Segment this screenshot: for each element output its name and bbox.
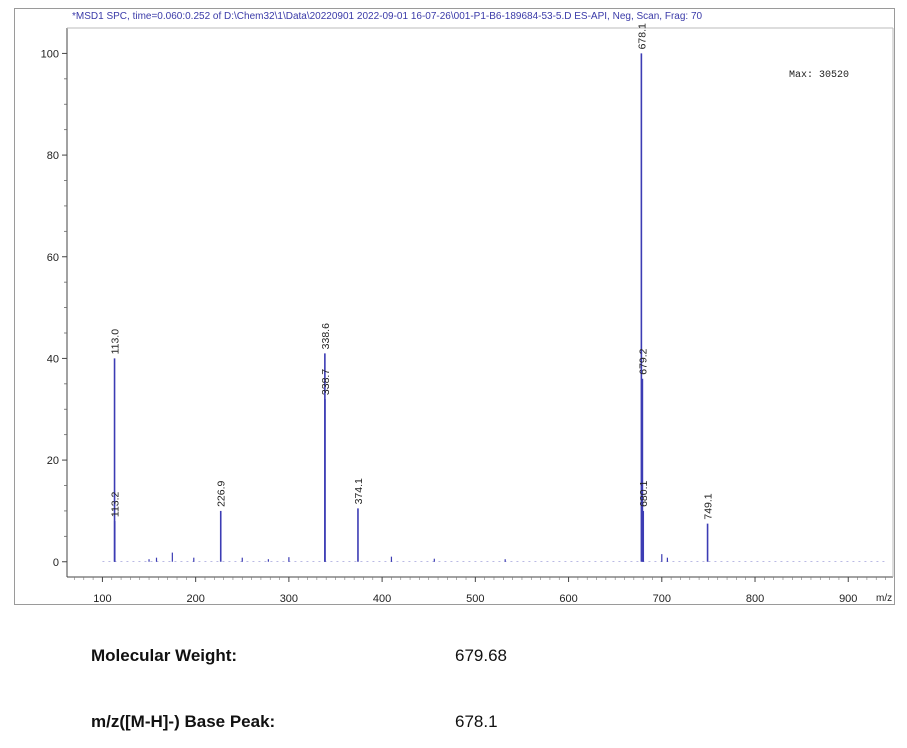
peak-label: 680.1 [638, 480, 650, 506]
max-label: Max: 30520 [789, 70, 849, 81]
molecular-weight-label: Molecular Weight: [91, 646, 238, 665]
peak-label: 374.1 [353, 478, 365, 504]
peak-label: 749.1 [703, 493, 715, 519]
y-tick-label: 60 [47, 252, 59, 264]
x-tick-label: 900 [839, 593, 857, 605]
peak-label: 226.9 [216, 480, 228, 506]
y-tick-label: 0 [53, 557, 59, 569]
x-tick-label: 800 [746, 593, 764, 605]
x-tick-label: 700 [653, 593, 671, 605]
x-tick-label: 600 [559, 593, 577, 605]
peak-label: 338.6 [320, 323, 332, 349]
y-tick-label: 20 [47, 455, 59, 467]
base-peak-label: m/z([M-H]-) Base Peak: [91, 712, 276, 731]
chart-marks: 113.0 113.2 226.9 338.6 338.7 374.1 678.1 679.2… [102, 23, 886, 563]
x-tick-label: 200 [186, 593, 204, 605]
peak-label: 113.2 [110, 491, 122, 517]
x-tick-label: 500 [466, 593, 484, 605]
peak-label: 113.0 [110, 329, 122, 355]
base-peak-value: 678.1 [455, 712, 498, 731]
peak-label: 338.7 [320, 369, 332, 395]
y-tick-label: 40 [47, 353, 59, 365]
mass-spectrum-chart: 020406080100100 200 300 400 500 600 700 800 900 … [41, 23, 894, 605]
x-tick-label: 400 [373, 593, 391, 605]
chart-axes: 0 20 40 60 80 100 100 200 300 400 500 600 700 800 900 [41, 27, 894, 605]
x-tick-label: 300 [280, 593, 298, 605]
x-tick-label: 100 [93, 593, 111, 605]
y-tick-label: 80 [47, 150, 59, 162]
peak-label: 678.1 [636, 23, 648, 49]
peak-label: 679.2 [637, 348, 649, 374]
y-tick-label: 100 [41, 48, 59, 60]
x-axis-label: m/z [876, 593, 892, 604]
molecular-weight-value: 679.68 [455, 646, 507, 665]
